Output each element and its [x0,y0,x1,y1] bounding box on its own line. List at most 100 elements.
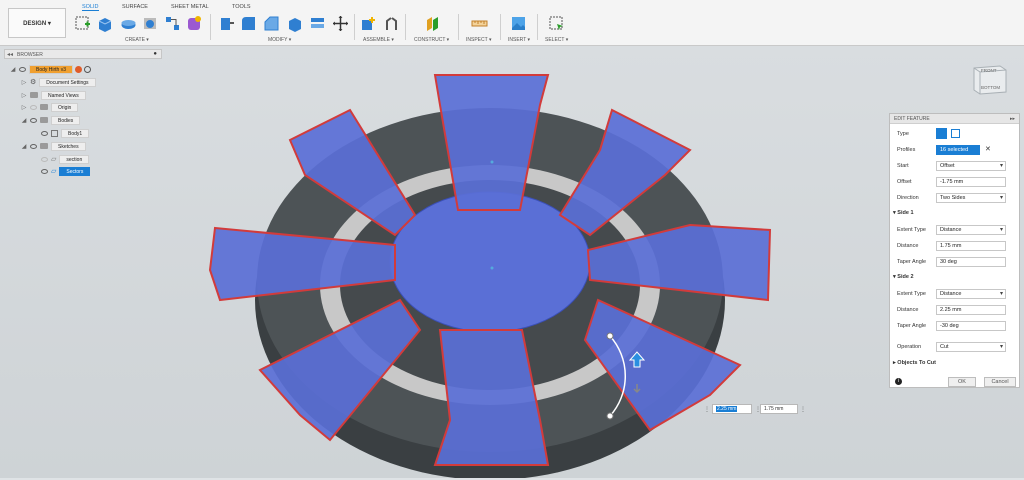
tree-item-section[interactable]: ▱ section [41,154,90,164]
model-view[interactable] [0,46,1024,480]
tree-label[interactable]: section [59,154,90,164]
radio-activate-icon[interactable] [84,65,92,73]
construct-menu[interactable]: CONSTRUCT ▾ [414,37,449,43]
drag-handle-icon[interactable]: ⋮ [800,406,806,413]
info-icon[interactable]: i [895,378,902,385]
visibility-eye-icon[interactable] [41,168,48,174]
operation-select[interactable]: Cut [936,342,1006,352]
select-icon[interactable] [548,15,565,32]
tree-item-origin[interactable]: ▷ Origin [21,102,79,112]
hidden-eye-icon[interactable] [30,104,37,110]
side2-dimension-value[interactable]: 2.25 mm [716,406,738,412]
expand-caret-icon[interactable]: ▷ [21,104,27,111]
tree-label[interactable]: Origin [51,102,79,112]
assemble-menu[interactable]: ASSEMBLE ▾ [363,37,394,43]
collapse-caret-icon[interactable]: ◢ [21,143,27,150]
insert-menu[interactable]: INSERT ▾ [508,37,530,43]
side2-distance-input[interactable]: 2.25 mm [936,305,1006,315]
tab-tools[interactable]: TOOLS [232,4,251,10]
tab-sheet-metal[interactable]: SHEET METAL [171,4,209,10]
visibility-eye-icon[interactable] [30,117,37,123]
direction-select[interactable]: Two Sides [936,193,1006,203]
tree-label[interactable]: Sketches [51,141,86,151]
side2-dimension-input[interactable]: 2.25 mm [712,404,752,414]
expand-panel-icon[interactable]: ▸▸ [1010,116,1015,122]
tab-solid[interactable]: SOLID [82,4,99,11]
cancel-button[interactable]: Cancel [984,377,1016,387]
side1-dimension-input[interactable]: 1.75 mm [760,404,798,414]
move-copy-icon[interactable] [332,15,349,32]
tree-label[interactable]: Sectors [59,166,91,176]
viewcube-front-label[interactable]: FRONT [981,68,997,73]
visibility-eye-icon[interactable] [19,66,26,72]
chamfer-icon[interactable] [263,15,280,32]
solid-type-icon[interactable] [936,128,947,139]
collapse-browser-icon[interactable]: ◂◂ [7,51,13,58]
surface-type-icon[interactable] [951,129,960,138]
insert-image-icon[interactable] [510,15,527,32]
profiles-selection[interactable]: 16 selected [936,145,980,155]
inspect-menu[interactable]: INSPECT ▾ [466,37,491,43]
press-pull-icon[interactable] [218,15,235,32]
shell-icon[interactable] [286,15,303,32]
tree-root[interactable]: ◢ Body Hirth v3 [10,64,92,74]
tree-item-sketches[interactable]: ◢ Sketches [21,141,86,151]
visibility-eye-icon[interactable] [41,130,48,136]
origin-point [490,266,494,270]
tree-item-bodies[interactable]: ◢ Bodies [21,115,81,125]
tree-item-document-settings[interactable]: ▷ ⚙ Document Settings [21,77,96,87]
tab-surface[interactable]: SURFACE [122,4,148,10]
objects-to-cut-header[interactable]: ▸ Objects To Cut [893,360,936,366]
ok-button[interactable]: OK [948,377,976,387]
revolve-icon[interactable] [120,15,137,32]
manipulator-handle[interactable] [606,412,614,420]
drag-handle-icon[interactable]: ⋮ [704,406,710,413]
tree-item-named-views[interactable]: ▷ Named Views [21,90,86,100]
create-form-icon[interactable] [186,15,203,32]
create-menu[interactable]: CREATE ▾ [125,37,149,43]
hidden-eye-icon[interactable] [41,156,48,162]
tree-label[interactable]: Named Views [41,90,86,100]
new-component-icon[interactable] [360,15,377,32]
viewcube-bottom-label[interactable]: BOTTOM [981,85,1000,90]
tree-label[interactable]: Bodies [51,115,81,125]
clear-selection-icon[interactable]: ✕ [985,145,991,153]
tree-label[interactable]: Body1 [61,128,90,138]
side2-section-header[interactable]: ▾ Side 2 [893,274,914,280]
expand-caret-icon[interactable]: ▷ [21,79,27,86]
fillet-icon[interactable] [240,15,257,32]
side1-section-header[interactable]: ▾ Side 1 [893,210,914,216]
collapse-caret-icon[interactable]: ◢ [10,66,16,73]
tree-item-sectors[interactable]: ▱ Sectors [41,166,91,176]
side1-extent-select[interactable]: Distance [936,225,1006,235]
design-workspace-button[interactable]: DESIGN ▾ [8,8,66,38]
combine-icon[interactable] [309,15,326,32]
modify-menu[interactable]: MODIFY ▾ [268,37,291,43]
joint-icon[interactable] [383,15,400,32]
tree-label[interactable]: Document Settings [39,77,96,87]
sweep-icon[interactable] [142,15,159,32]
visibility-eye-icon[interactable] [30,143,37,149]
expand-caret-icon[interactable]: ▷ [21,92,27,99]
sketch-icon: ▱ [51,168,57,175]
active-component-icon[interactable] [75,65,83,73]
create-sketch-icon[interactable] [74,15,91,32]
side2-taper-input[interactable]: -30 deg [936,321,1006,331]
side1-taper-input[interactable]: 30 deg [936,257,1006,267]
canvas-viewport[interactable] [0,46,1024,480]
collapse-caret-icon[interactable]: ◢ [21,117,27,124]
browser-pin-icon[interactable]: ● [153,51,157,57]
viewcube[interactable]: FRONT BOTTOM [972,62,1008,98]
pattern-icon[interactable] [164,15,181,32]
offset-plane-icon[interactable] [424,15,441,32]
offset-input[interactable]: -1.75 mm [936,177,1006,187]
tree-root-label[interactable]: Body Hirth v3 [29,64,74,74]
side1-distance-input[interactable]: 1.75 mm [936,241,1006,251]
select-menu[interactable]: SELECT ▾ [545,37,568,43]
measure-icon[interactable] [471,15,488,32]
tree-item-body1[interactable]: Body1 [41,128,90,138]
side2-extent-select[interactable]: Distance [936,289,1006,299]
manipulator-handle[interactable] [606,332,614,340]
start-select[interactable]: Offset [936,161,1006,171]
extrude-icon[interactable] [96,15,113,32]
